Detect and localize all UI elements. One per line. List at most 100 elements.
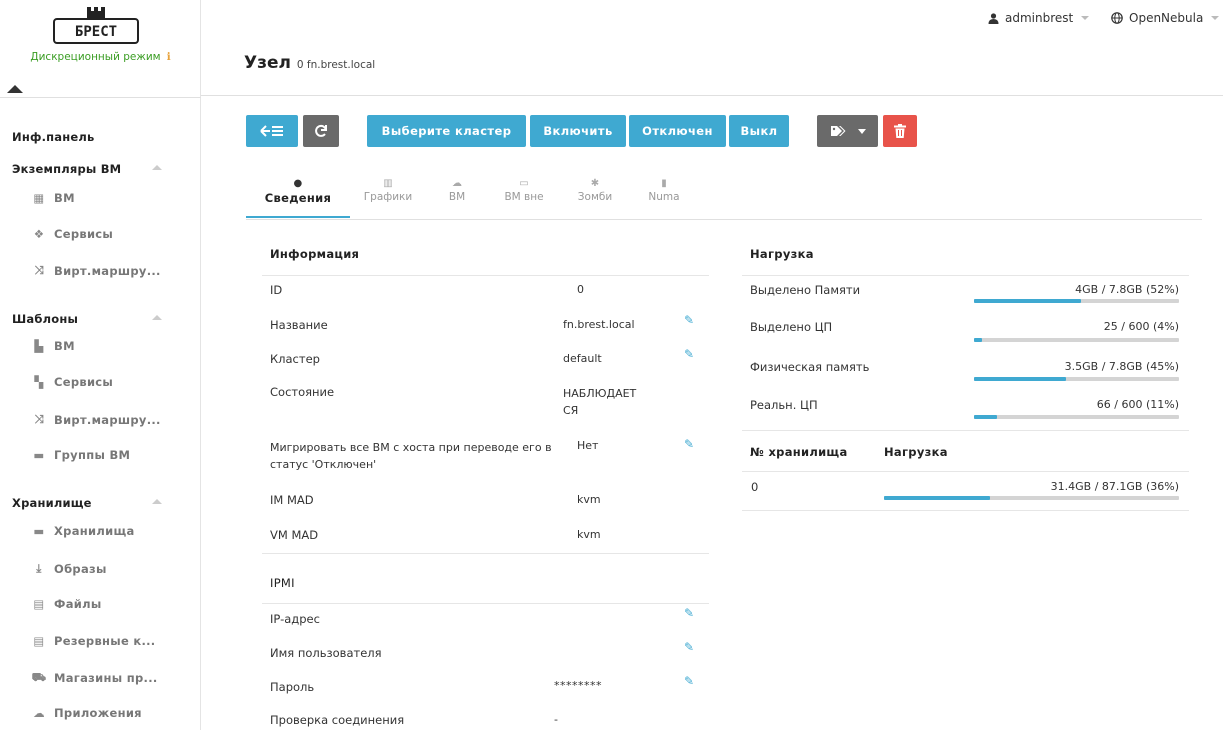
sidebar-item-vm-groups[interactable]: ▬ Группы ВМ	[30, 448, 130, 462]
grid-icon: ▦	[33, 191, 45, 205]
datastore-id: 0	[751, 480, 759, 494]
sidebar-collapse-toggle[interactable]	[0, 84, 201, 98]
globe-icon	[1111, 12, 1123, 24]
progress-fill	[974, 338, 983, 342]
folder-open-icon: ▬	[33, 524, 45, 538]
sidebar-item-vms[interactable]: ▦ ВМ	[30, 191, 75, 205]
security-mode-label: Дискреционный режим ℹ	[8, 51, 193, 63]
ipmi-section-title: IPMI	[270, 576, 295, 590]
sidebar-item-vm-templates[interactable]: ▙ ВМ	[30, 339, 75, 353]
info-value-im-mad: kvm	[577, 493, 601, 506]
ipmi-label-username: Имя пользователя	[270, 646, 382, 660]
progress-fill	[974, 377, 1067, 381]
tab-info[interactable]: ● Сведения	[256, 178, 340, 205]
progress-bar	[974, 415, 1179, 419]
sidebar-item-vrouter-templates[interactable]: ⤨ Вирт.маршру...	[30, 412, 161, 427]
cloud-download-icon: ☁	[33, 706, 45, 720]
brest-logo[interactable]: БРЕСТ	[53, 6, 139, 46]
sidebar-item-services[interactable]: ❖ Сервисы	[30, 227, 113, 241]
info-label-migrate: Мигрировать все ВМ с хоста при переводе …	[270, 441, 552, 471]
back-to-list-button[interactable]	[246, 115, 298, 147]
caret-down-icon	[857, 128, 866, 134]
enable-button[interactable]: Включить	[530, 115, 626, 147]
edit-ip-icon[interactable]: ✎	[684, 606, 694, 620]
info-label-name: Название	[270, 318, 328, 332]
ipmi-value-connection: -	[554, 713, 558, 726]
load-label-real-cpu: Реальн. ЦП	[750, 398, 818, 412]
edit-name-icon[interactable]: ✎	[684, 313, 694, 327]
divider	[742, 275, 1189, 276]
info-value-cluster: default	[563, 352, 602, 365]
edit-cluster-icon[interactable]: ✎	[684, 347, 694, 361]
collapse-caret-icon	[152, 315, 162, 320]
chevron-down-icon	[1081, 16, 1090, 20]
sidebar-item-marketplaces[interactable]: ⛟ Магазины пр...	[30, 670, 158, 686]
archive-icon: ▤	[33, 597, 45, 611]
refresh-icon	[315, 124, 327, 137]
info-label-cluster: Кластер	[270, 352, 320, 366]
edit-migrate-icon[interactable]: ✎	[684, 437, 694, 451]
progress-fill	[974, 415, 997, 419]
sidebar-group-vm-instances[interactable]: Экземпляры ВМ	[12, 162, 182, 176]
folder-open-icon: ▬	[33, 448, 45, 462]
datastore-col-id: № хранилища	[750, 445, 848, 459]
divider	[262, 603, 709, 604]
tab-vms[interactable]: ☁ ВМ	[441, 178, 473, 203]
divider	[262, 553, 709, 554]
progress-bar	[974, 377, 1179, 381]
info-value-vm-mad: kvm	[577, 528, 601, 541]
collapse-caret-icon	[152, 499, 162, 504]
load-label-alloc-mem: Выделено Памяти	[750, 283, 861, 297]
tab-bar: ● Сведения ▥ Графики ☁ ВМ ▭ ВМ вне ✱ Зомби ▮ N…	[246, 172, 1202, 220]
info-label-id: ID	[270, 283, 283, 297]
refresh-button[interactable]	[303, 115, 339, 147]
user-menu[interactable]: adminbrest	[988, 11, 1090, 25]
divider	[262, 275, 709, 276]
zone-menu[interactable]: OpenNebula	[1111, 11, 1220, 25]
tab-wild-vms[interactable]: ▭ ВМ вне	[496, 178, 552, 203]
info-label-im-mad: IM MAD	[270, 493, 314, 507]
select-cluster-button[interactable]: Выберите кластер	[367, 115, 526, 147]
page-subtitle: 0 fn.brest.local	[296, 59, 376, 71]
info-value-id: 0	[577, 283, 584, 296]
load-text-alloc-cpu: 25 / 600 (4%)	[1103, 320, 1179, 333]
disable-button[interactable]: Отключен	[629, 115, 726, 147]
divider	[742, 510, 1189, 511]
trash-icon	[894, 124, 906, 138]
svg-text:БРЕСТ: БРЕСТ	[75, 24, 117, 40]
mode-text: Дискреционный режим	[30, 51, 161, 63]
tab-zombies[interactable]: ✱ Зомби	[572, 178, 618, 203]
sidebar-item-images[interactable]: ⤓ Образы	[30, 561, 107, 576]
sidebar-item-virtual-routers[interactable]: ⤨ Вирт.маршру...	[30, 263, 161, 278]
sidebar-group-templates[interactable]: Шаблоны	[12, 312, 182, 326]
sidebar: БРЕСТ Дискреционный режим ℹ Инф.панель Эк…	[0, 0, 201, 730]
active-tab-indicator	[246, 216, 350, 218]
collapse-caret-icon	[152, 165, 162, 170]
progress-bar	[974, 338, 1179, 342]
progress-fill	[974, 299, 1081, 303]
datastore-col-load: Нагрузка	[884, 445, 948, 459]
delete-button[interactable]	[883, 115, 917, 147]
info-value-state: НАБЛЮДАЕТ СЯ	[563, 387, 637, 417]
sidebar-group-storage[interactable]: Хранилище	[12, 496, 182, 510]
datastore-load-text: 31.4GB / 87.1GB (36%)	[1050, 480, 1179, 493]
load-text-real-mem: 3.5GB / 7.8GB (45%)	[1064, 360, 1179, 373]
sidebar-item-service-templates[interactable]: ▚ Сервисы	[30, 375, 113, 389]
labels-dropdown-button[interactable]	[817, 115, 878, 147]
sidebar-item-backups[interactable]: ▤ Резервные к...	[30, 634, 155, 648]
off-button[interactable]: Выкл	[729, 115, 789, 147]
sidebar-item-datastores[interactable]: ▬ Хранилища	[30, 524, 135, 538]
info-icon[interactable]: ℹ	[167, 51, 171, 63]
back-list-icon	[260, 125, 283, 137]
edit-password-icon[interactable]: ✎	[684, 674, 694, 688]
tab-numa[interactable]: ▮ Numa	[644, 178, 684, 203]
sidebar-item-apps[interactable]: ☁ Приложения	[30, 706, 142, 720]
sidebar-item-files[interactable]: ▤ Файлы	[30, 597, 102, 611]
info-section-title: Информация	[270, 247, 360, 261]
sidebar-item-dashboard[interactable]: Инф.панель	[12, 130, 95, 144]
edit-username-icon[interactable]: ✎	[684, 640, 694, 654]
username: adminbrest	[1005, 11, 1074, 25]
random-icon: ⤨	[34, 263, 44, 277]
info-value-migrate: Нет	[577, 439, 599, 452]
tab-graphs[interactable]: ▥ Графики	[358, 178, 418, 203]
